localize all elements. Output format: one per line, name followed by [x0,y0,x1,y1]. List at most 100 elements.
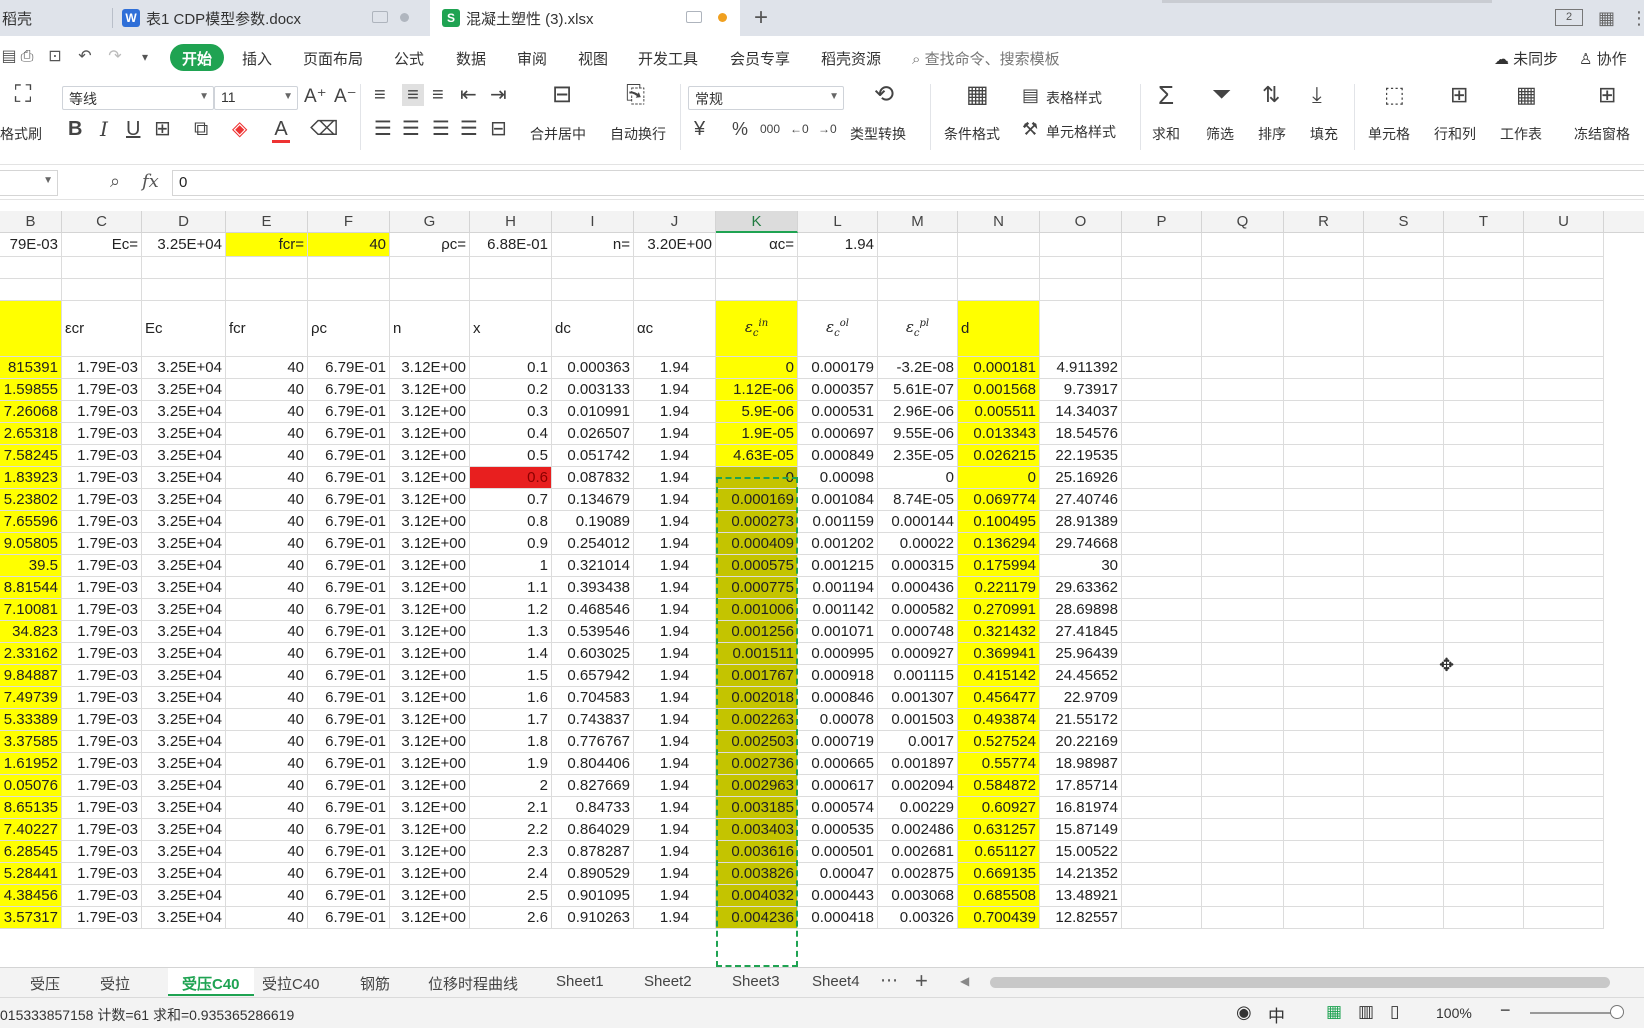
cell-k[interactable]: 0.000575 [716,555,798,577]
cell-empty[interactable] [1202,467,1284,489]
menu-developer[interactable]: 开发工具 [638,48,698,69]
cell-empty[interactable] [1444,533,1524,555]
font-name-select[interactable]: 等线 ▼ [62,86,214,110]
cell-empty[interactable] [1364,687,1444,709]
header-l[interactable]: εcol [798,301,878,357]
cell-empty[interactable] [1444,401,1524,423]
cell-empty[interactable] [1444,445,1524,467]
cell-k[interactable]: 0.002503 [716,731,798,753]
cell-l[interactable]: 0.001194 [798,577,878,599]
cell-j[interactable]: 1.94 [634,709,716,731]
header-f[interactable]: ρc [308,301,390,357]
cell-h[interactable]: 1.8 [470,731,552,753]
cell-style-label[interactable]: 单元格样式 [1046,122,1116,142]
cell-empty[interactable] [1284,797,1364,819]
horizontal-scrollbar[interactable] [990,977,1610,988]
cell-n[interactable]: 0.55774 [958,753,1040,775]
cell-f[interactable]: 6.79E-01 [308,599,390,621]
cell-empty[interactable] [552,257,634,279]
decimal-increase-icon[interactable]: ←0 [790,118,809,140]
number-format-select[interactable]: 常规 ▼ [688,86,844,110]
cell-empty[interactable] [1524,233,1604,257]
header-g[interactable]: n [390,301,470,357]
cell-c[interactable]: 1.79E-03 [62,775,142,797]
name-box[interactable]: ▼ [0,170,58,196]
cell-l[interactable]: 0.000918 [798,665,878,687]
cell-e[interactable]: 40 [226,599,308,621]
cell-m[interactable]: 0.000927 [878,643,958,665]
header-e[interactable]: fcr [226,301,308,357]
cell-l[interactable]: 0.001084 [798,489,878,511]
cell-o[interactable]: 25.16926 [1040,467,1122,489]
cell-empty[interactable] [1122,445,1202,467]
bold-button[interactable]: B [68,118,82,140]
cell-empty[interactable] [1202,599,1284,621]
cell-h[interactable]: 1.2 [470,599,552,621]
cell-empty[interactable] [1122,233,1202,257]
cell-n[interactable]: 0.026215 [958,445,1040,467]
column-header-e[interactable]: E [226,211,308,233]
cell-f[interactable]: 6.79E-01 [308,467,390,489]
cell-n[interactable]: 0.456477 [958,687,1040,709]
cell-e[interactable]: 40 [226,577,308,599]
cell-c[interactable]: 1.79E-03 [62,489,142,511]
cell-l[interactable]: 0.000443 [798,885,878,907]
cell-j[interactable]: 1.94 [634,841,716,863]
cell-d[interactable]: 3.25E+04 [142,907,226,929]
cell-o[interactable]: 29.74668 [1040,533,1122,555]
cell-empty[interactable] [1284,731,1364,753]
cell-empty[interactable] [1122,257,1202,279]
cell-empty[interactable] [1284,379,1364,401]
cell-h[interactable]: 1.5 [470,665,552,687]
cell-d[interactable]: 3.25E+04 [142,533,226,555]
cell-empty[interactable] [1122,907,1202,929]
column-header-d[interactable]: D [142,211,226,233]
cell-empty[interactable] [1040,301,1122,357]
wrap-text-icon[interactable]: ⎘ [626,83,645,107]
cell-k[interactable]: 0.001767 [716,665,798,687]
cell-d[interactable]: 3.25E+04 [142,709,226,731]
cell-o[interactable]: 21.55172 [1040,709,1122,731]
cell-b[interactable]: 34.823 [0,621,62,643]
cell-n[interactable]: 0.100495 [958,511,1040,533]
cell-empty[interactable] [1364,423,1444,445]
cell-empty[interactable] [1364,753,1444,775]
cell-empty[interactable] [1364,467,1444,489]
layout-icon[interactable]: 2 [1555,9,1583,26]
align-top-icon[interactable]: ≡ [374,84,386,106]
cell-c[interactable]: 1.79E-03 [62,841,142,863]
cell-empty[interactable] [1524,489,1604,511]
cell-o[interactable]: 28.69898 [1040,599,1122,621]
cell-empty[interactable] [0,279,62,301]
cell-empty[interactable] [1364,357,1444,379]
cell-empty[interactable] [1202,423,1284,445]
distributed-icon[interactable]: ⊟ [490,118,507,140]
cell-e[interactable]: 40 [226,357,308,379]
cell-n[interactable]: 0.000181 [958,357,1040,379]
customize-icon[interactable]: ▾ [136,48,154,66]
cell-k[interactable]: 0.004032 [716,885,798,907]
cell-k[interactable]: 0.001006 [716,599,798,621]
cell-empty[interactable] [1122,643,1202,665]
cell-param-f[interactable]: 40 [308,233,390,257]
filter-icon[interactable]: ⏷ [1212,83,1231,107]
cell-m[interactable]: 0.00229 [878,797,958,819]
cell-d[interactable]: 3.25E+04 [142,401,226,423]
cell-h[interactable]: 0.4 [470,423,552,445]
cell-empty[interactable] [1284,665,1364,687]
cell-j[interactable]: 1.94 [634,731,716,753]
cell-i[interactable]: 0.84733 [552,797,634,819]
cell-b[interactable]: 4.38456 [0,885,62,907]
cell-empty[interactable] [1284,511,1364,533]
cell-n[interactable]: 0.60927 [958,797,1040,819]
cell-j[interactable]: 1.94 [634,885,716,907]
header-c[interactable]: εcr [62,301,142,357]
worksheet-icon[interactable]: ▦ [1516,84,1537,106]
cell-i[interactable]: 0.254012 [552,533,634,555]
cell-b[interactable]: 7.40227 [0,819,62,841]
cell-empty[interactable] [1364,775,1444,797]
cell-c[interactable]: 1.79E-03 [62,577,142,599]
cell-k[interactable]: 0.003185 [716,797,798,819]
cell-o[interactable]: 18.54576 [1040,423,1122,445]
cell-empty[interactable] [634,279,716,301]
